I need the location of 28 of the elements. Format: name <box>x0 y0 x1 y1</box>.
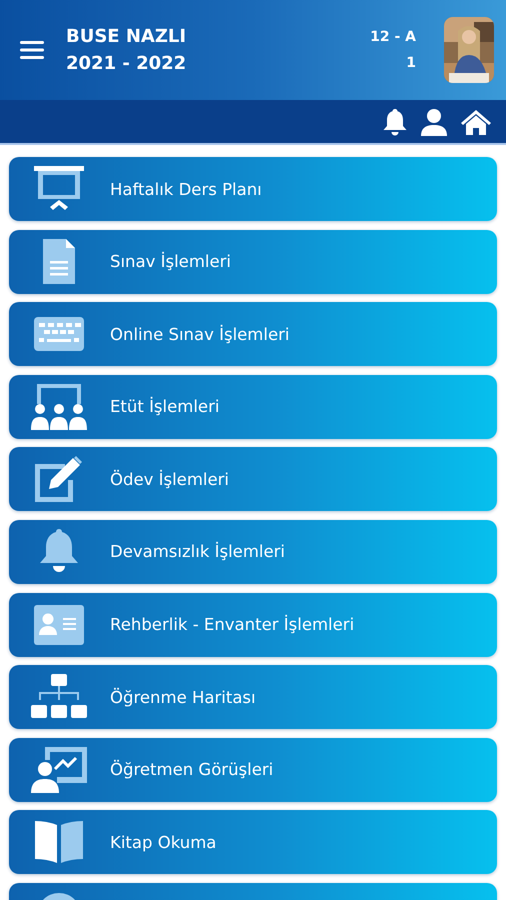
menu-item[interactable]: Kitap Okuma <box>9 810 497 874</box>
student-number: 1 <box>406 55 416 71</box>
menu-item[interactable]: Öğrenme Haritası <box>9 665 497 730</box>
class-label: 12 - A <box>370 29 416 45</box>
group-icon <box>31 384 87 430</box>
user-icon[interactable] <box>420 108 448 136</box>
menu-item[interactable]: Öğretmen Görüşleri <box>9 738 497 802</box>
book-icon <box>33 821 85 864</box>
student-name: BUSE NAZLI <box>66 26 188 47</box>
menu-item[interactable]: Rehberlik - Envanter İşlemleri <box>9 592 497 657</box>
menu-item[interactable]: Ödev İşlemleri <box>9 447 497 512</box>
presentation-board-icon <box>33 166 85 212</box>
bell-icon <box>39 528 79 575</box>
keyboard-icon <box>34 317 84 352</box>
menu-item[interactable]: Etüt İşlemleri <box>9 374 497 439</box>
menu-icon[interactable] <box>18 39 46 61</box>
notification-bell-icon[interactable] <box>382 108 408 136</box>
document-icon <box>42 238 76 285</box>
menu-item[interactable]: Devamsızlık İşlemleri <box>9 520 497 584</box>
teacher-chart-icon <box>31 746 87 793</box>
menu-item[interactable]: Online Sınav İşlemleri <box>9 302 497 366</box>
id-card-icon <box>34 604 84 645</box>
edit-icon <box>33 456 85 502</box>
hierarchy-icon <box>31 674 87 720</box>
menu-item[interactable]: Sınav İşlemleri <box>9 230 497 294</box>
home-icon[interactable] <box>460 108 492 136</box>
menu-item[interactable]: Haftalık Ders Planı <box>9 157 497 221</box>
school-year: 2021 - 2022 <box>66 53 188 74</box>
